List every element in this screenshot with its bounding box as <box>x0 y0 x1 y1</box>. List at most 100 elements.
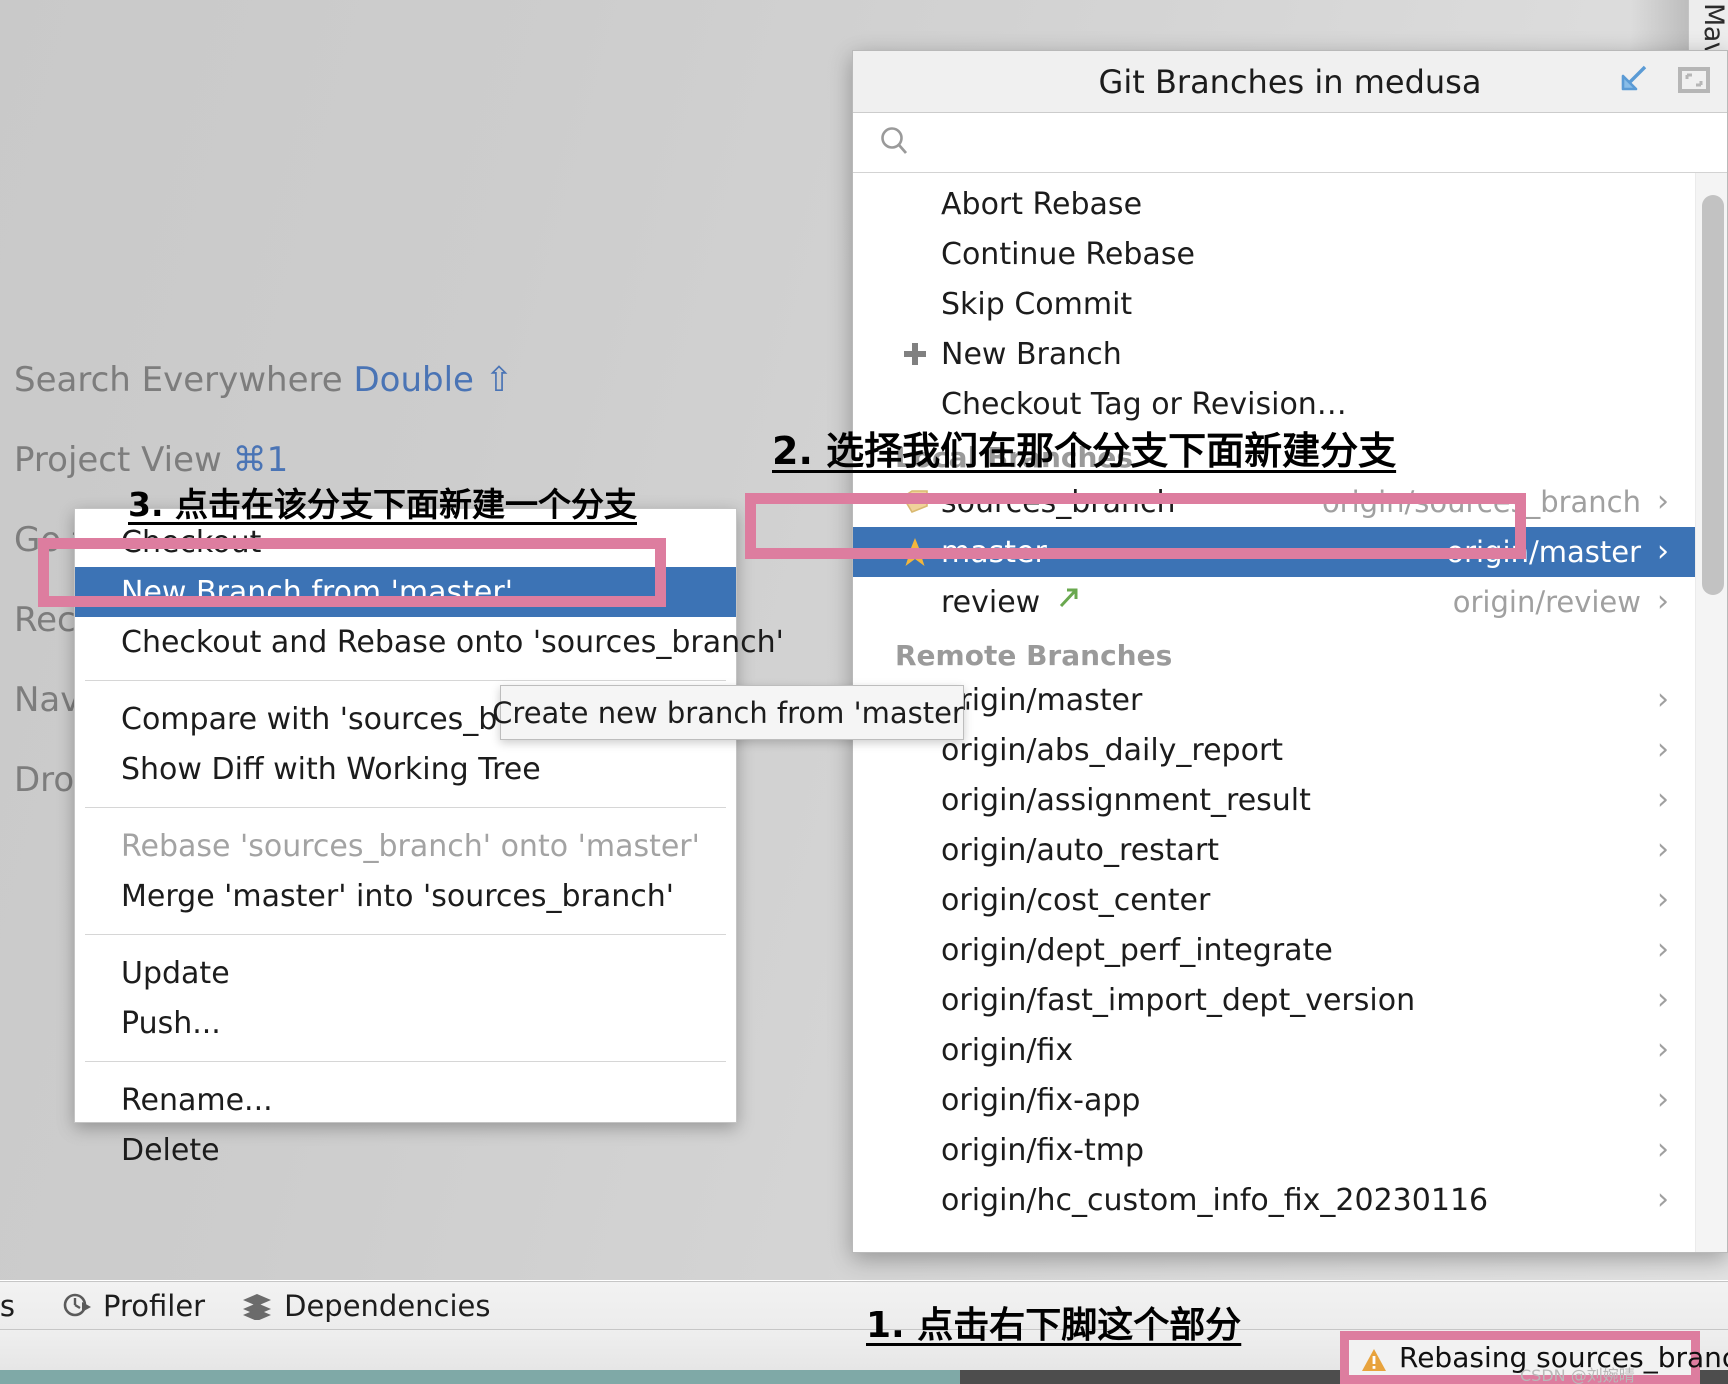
scrollbar-thumb[interactable] <box>1702 195 1724 595</box>
remote-branch-item[interactable]: origin/fix › <box>853 1025 1695 1075</box>
branch-name: review <box>941 584 1041 620</box>
remote-branch-item[interactable]: origin/hc_custom_info_fix_20230116 › <box>853 1175 1695 1225</box>
hint-label: Nav <box>14 680 81 720</box>
popup-action-label: New Branch <box>941 336 1122 372</box>
popup-search-row[interactable] <box>853 113 1727 173</box>
menu-separator <box>85 807 726 808</box>
popup-title-bar: Git Branches in medusa <box>853 51 1727 113</box>
profiler-icon <box>62 1291 92 1321</box>
remote-branch-item[interactable]: origin/fix-tmp › <box>853 1125 1695 1175</box>
section-header-remote-branches: Remote Branches <box>853 627 1695 675</box>
branch-name: origin/auto_restart <box>941 832 1220 868</box>
menu-item-merge-into[interactable]: Merge 'master' into 'sources_branch' <box>75 871 736 921</box>
section-label: Remote Branches <box>895 639 1173 672</box>
hint-row-search-everywhere: Search Everywhere Double ⇧ <box>14 340 574 420</box>
branch-name: origin/dept_perf_integrate <box>941 932 1333 968</box>
chevron-right-icon[interactable]: › <box>1657 985 1669 1015</box>
branch-name: origin/fix <box>941 1032 1074 1068</box>
menu-separator <box>85 680 726 681</box>
menu-item-rebase-onto: Rebase 'sources_branch' onto 'master' <box>75 821 736 871</box>
popup-action-skip-commit[interactable]: Skip Commit <box>853 279 1695 329</box>
new-branch-tooltip: Create new branch from 'master' <box>492 685 972 740</box>
chevron-right-icon[interactable]: › <box>1657 885 1669 915</box>
hint-label: Project View <box>14 440 222 480</box>
menu-item-checkout-and-rebase[interactable]: Checkout and Rebase onto 'sources_branch… <box>75 617 784 667</box>
popup-title: Git Branches in medusa <box>1098 62 1482 101</box>
tooltip-text: Create new branch from 'master' <box>492 695 972 730</box>
branch-name: origin/fix-tmp <box>941 1132 1145 1168</box>
branch-tracking: origin/review › <box>1453 585 1669 619</box>
popup-action-new-branch[interactable]: New Branch <box>853 329 1695 379</box>
menu-item-label: Checkout and Rebase onto 'sources_branch… <box>121 624 784 660</box>
local-branch-review[interactable]: review origin/review › <box>853 577 1695 627</box>
popup-action-continue-rebase[interactable]: Continue Rebase <box>853 229 1695 279</box>
chevron-right-icon[interactable]: › <box>1657 935 1669 965</box>
branches-list: Abort Rebase Continue Rebase Skip Commit <box>853 173 1695 1252</box>
tool-window-label: Dependencies <box>284 1288 491 1323</box>
tool-window-label: es <box>0 1288 15 1323</box>
popup-action-abort-rebase[interactable]: Abort Rebase <box>853 179 1695 229</box>
menu-item-show-diff[interactable]: Show Diff with Working Tree <box>75 744 736 794</box>
menu-item-label: Merge 'master' into 'sources_branch' <box>121 878 675 914</box>
menu-item-update[interactable]: Update <box>75 948 736 998</box>
tool-window-dependencies[interactable]: Dependencies <box>241 1288 491 1323</box>
branch-name: origin/cost_center <box>941 882 1211 918</box>
arrow-up-right-icon <box>1054 584 1082 620</box>
popup-action-label: Skip Commit <box>941 286 1133 322</box>
menu-item-label: Rebase 'sources_branch' onto 'master' <box>121 828 700 864</box>
chevron-right-icon[interactable]: › <box>1657 735 1669 765</box>
menu-item-push[interactable]: Push... <box>75 998 736 1048</box>
branch-name: origin/fast_import_dept_version <box>941 982 1416 1018</box>
popup-scrollbar[interactable] <box>1695 173 1727 1252</box>
branch-name: origin/hc_custom_info_fix_20230116 <box>941 1182 1489 1218</box>
chevron-right-icon[interactable]: › <box>1657 587 1669 617</box>
menu-item-label: Delete <box>121 1132 220 1168</box>
tool-window-profiler[interactable]: Profiler <box>62 1289 205 1323</box>
restore-window-icon[interactable] <box>1677 63 1711 101</box>
popup-action-label: Abort Rebase <box>941 186 1143 222</box>
chevron-right-icon[interactable]: › <box>1657 487 1669 517</box>
remote-branch-item[interactable]: origin/dept_perf_integrate › <box>853 925 1695 975</box>
chevron-right-icon[interactable]: › <box>1657 1135 1669 1165</box>
menu-separator <box>85 1061 726 1062</box>
annotation-step-2: 2. 选择我们在那个分支下面新建分支 <box>772 429 1397 473</box>
annotation-step-3: 3. 点击在该分支下面新建一个分支 <box>128 485 637 524</box>
chevron-right-icon[interactable]: › <box>1657 537 1669 567</box>
chevron-right-icon[interactable]: › <box>1657 1085 1669 1115</box>
pin-icon[interactable] <box>1615 63 1649 101</box>
remote-branch-item[interactable]: origin/abs_daily_report › <box>853 725 1695 775</box>
remote-branch-item[interactable]: origin/fix-app › <box>853 1075 1695 1125</box>
remote-branch-item[interactable]: origin/assignment_result › <box>853 775 1695 825</box>
tracking-label: origin/review <box>1452 585 1641 619</box>
window-bottom-accent <box>0 1370 960 1384</box>
remote-branch-item[interactable]: origin/cost_center › <box>853 875 1695 925</box>
branch-name: origin/assignment_result <box>941 782 1311 818</box>
remote-branch-item[interactable]: origin/master › <box>853 675 1695 725</box>
chevron-right-icon[interactable]: › <box>1657 1185 1669 1215</box>
menu-item-label: Rename... <box>121 1082 273 1118</box>
popup-title-actions <box>1615 63 1711 101</box>
hint-shortcut: ⌘1 <box>232 440 289 480</box>
highlight-box-master-row <box>745 493 1526 559</box>
warning-triangle-icon <box>1361 1346 1387 1371</box>
popup-body: Abort Rebase Continue Rebase Skip Commit <box>853 173 1727 1252</box>
hint-label: Dro <box>14 760 75 800</box>
menu-item-rename[interactable]: Rename... <box>75 1075 736 1125</box>
chevron-right-icon[interactable]: › <box>1657 1035 1669 1065</box>
popup-action-label: Continue Rebase <box>941 236 1195 272</box>
menu-item-label: Show Diff with Working Tree <box>121 751 541 787</box>
menu-item-delete[interactable]: Delete <box>75 1125 736 1175</box>
plus-icon <box>895 329 935 379</box>
annotation-step-1: 1. 点击右下脚这个部分 <box>866 1305 1242 1346</box>
tool-window-label: Profiler <box>103 1288 206 1323</box>
branch-name: origin/abs_daily_report <box>941 732 1284 768</box>
tool-window-services[interactable]: es <box>0 1289 26 1323</box>
chevron-right-icon[interactable]: › <box>1657 785 1669 815</box>
chevron-right-icon[interactable]: › <box>1657 685 1669 715</box>
chevron-right-icon[interactable]: › <box>1657 835 1669 865</box>
remote-branch-item[interactable]: origin/auto_restart › <box>853 825 1695 875</box>
menu-separator <box>85 934 726 935</box>
search-input[interactable] <box>925 126 1656 159</box>
highlight-box-new-branch-item <box>38 538 666 607</box>
remote-branch-item[interactable]: origin/fast_import_dept_version › <box>853 975 1695 1025</box>
